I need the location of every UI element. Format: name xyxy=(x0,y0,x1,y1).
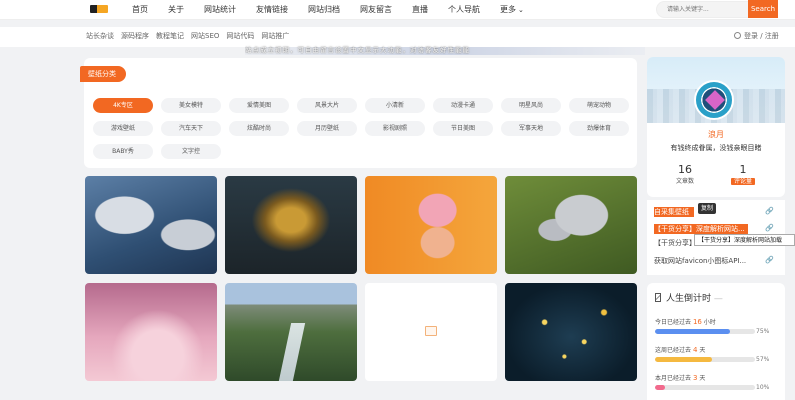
chevron-down-icon: ⌄ xyxy=(518,5,524,14)
tag-item[interactable]: 文字控 xyxy=(161,144,221,159)
title-tooltip: 【干货分享】深度解析网站加载 xyxy=(694,234,795,246)
subnav-item[interactable]: 站长杂谈 xyxy=(86,31,114,41)
tag-item[interactable]: 爱情美图 xyxy=(229,98,289,113)
tag-4k[interactable]: 4K专区 xyxy=(93,98,153,113)
countdown-row-week: 这周已经过去 4 天 xyxy=(655,345,705,354)
link-icon[interactable]: 🔗 xyxy=(765,224,774,232)
row-value: 16 xyxy=(692,318,702,326)
subnav-item[interactable]: 教程笔记 xyxy=(156,31,184,41)
wallpaper-pink-hair-woman[interactable] xyxy=(365,176,497,274)
countdown-title: 人生倒计时 — xyxy=(655,291,723,304)
wallpaper-placeholder[interactable] xyxy=(365,283,497,381)
site-logo[interactable] xyxy=(90,5,108,13)
nav-about[interactable]: 关于 xyxy=(158,4,194,15)
row-prefix: 今日已经过去 xyxy=(655,319,692,326)
progress-bar-week xyxy=(655,357,755,362)
progress-bar-today xyxy=(655,329,755,334)
subnav-item[interactable]: 源码程序 xyxy=(121,31,149,41)
tag-item[interactable]: 军事天地 xyxy=(501,121,561,136)
tag-item[interactable]: 月历壁纸 xyxy=(297,121,357,136)
profile-motto: 有钱终成眷属，没钱亲眼目睹 xyxy=(670,144,762,152)
search-input[interactable] xyxy=(656,1,750,18)
comments-count: 1 xyxy=(739,163,747,176)
nav-guestbook[interactable]: 网友留言 xyxy=(350,4,402,15)
wallpaper-category-card: 壁纸分类 4K专区 美女模特 爱情美图 风景大片 小清新 动漫卡通 明星风尚 萌… xyxy=(80,58,637,168)
progress-bar-month xyxy=(655,385,755,390)
avatar[interactable] xyxy=(694,80,734,120)
row-value: 4 xyxy=(692,346,698,354)
tag-item[interactable]: 萌宠动物 xyxy=(569,98,629,113)
user-icon xyxy=(734,32,741,39)
articles-label: 文章数 xyxy=(675,178,694,185)
nav-archive[interactable]: 网站归档 xyxy=(298,4,350,15)
row-unit: 小时 xyxy=(703,319,716,326)
nav-home[interactable]: 首页 xyxy=(122,4,158,15)
profile-name: 浪月 xyxy=(708,130,724,139)
row-value: 3 xyxy=(692,374,698,382)
countdown-row-month: 本月已经过去 3 天 xyxy=(655,373,705,382)
nav-stats[interactable]: 网站统计 xyxy=(194,4,246,15)
countdown-title-text: 人生倒计时 xyxy=(666,294,712,304)
nav-links[interactable]: 友情链接 xyxy=(246,4,298,15)
progress-fill xyxy=(655,357,712,362)
login-link[interactable]: 登录 / 注册 xyxy=(734,31,779,41)
tag-item[interactable]: 炫酷时尚 xyxy=(229,121,289,136)
progress-fill xyxy=(655,329,730,334)
row-unit: 天 xyxy=(699,347,706,354)
tag-item[interactable]: 劲爆体育 xyxy=(569,121,629,136)
nav-more-label: 更多 xyxy=(500,4,516,14)
category-title: 壁纸分类 xyxy=(80,66,126,82)
login-label: 登录 / 注册 xyxy=(744,32,779,40)
main-nav: 首页 关于 网站统计 友情链接 网站归档 网友留言 直播 个人导航 更多 ⌄ xyxy=(122,0,534,18)
tag-item[interactable]: 影视剧照 xyxy=(365,121,425,136)
percent-week: 57% xyxy=(756,356,770,363)
tag-item[interactable]: 风景大片 xyxy=(297,98,357,113)
article-row[interactable]: 获取网站favicon小图标API... xyxy=(654,256,778,266)
stat-articles: 16 文章数 xyxy=(665,163,705,185)
article-row[interactable]: 自采集壁纸 xyxy=(654,207,694,217)
hourglass-icon xyxy=(655,293,661,302)
folder-icon xyxy=(425,326,437,336)
search-button[interactable]: Search xyxy=(748,0,778,18)
tag-item[interactable]: 游戏壁纸 xyxy=(93,121,153,136)
category-tags: 4K专区 美女模特 爱情美图 风景大片 小清新 动漫卡通 明星风尚 萌宠动物 游… xyxy=(93,98,633,159)
life-countdown-widget: 人生倒计时 — 今日已经过去 16 小时 这周已经过去 4 天 本月已经过去 3… xyxy=(647,283,785,400)
tag-item[interactable]: 汽车天下 xyxy=(161,121,221,136)
article-row[interactable]: 【干货分享】深度解析网站... xyxy=(654,224,748,234)
percent-today: 75% xyxy=(756,328,770,335)
copy-tooltip[interactable]: 复制 xyxy=(698,203,717,214)
articles-count: 16 xyxy=(678,163,692,176)
wallpaper-stars-2022[interactable] xyxy=(505,283,637,381)
nav-live[interactable]: 直播 xyxy=(402,4,438,15)
subnav-item[interactable]: 网站推广 xyxy=(261,31,289,41)
tag-item[interactable]: 明星风尚 xyxy=(501,98,561,113)
countdown-row-today: 今日已经过去 16 小时 xyxy=(655,317,716,326)
tag-item[interactable]: 节日美图 xyxy=(433,121,493,136)
wallpaper-robot[interactable] xyxy=(225,176,357,274)
comments-label: 评论量 xyxy=(730,178,755,185)
row-unit: 天 xyxy=(699,375,706,382)
subnav-item[interactable]: 网站代码 xyxy=(226,31,254,41)
link-icon[interactable]: 🔗 xyxy=(765,256,774,264)
profile-card: 浪月 有钱终成眷属，没钱亲眼目睹 16 文章数 1 评论量 xyxy=(647,57,785,197)
wallpaper-pink-sky[interactable] xyxy=(85,283,217,381)
wallpaper-satellite-dishes[interactable] xyxy=(85,176,217,274)
tag-item[interactable]: 小清新 xyxy=(365,98,425,113)
tag-item[interactable]: BABY秀 xyxy=(93,144,153,159)
nav-more[interactable]: 更多 ⌄ xyxy=(490,4,534,15)
wallpaper-waterfall[interactable] xyxy=(225,283,357,381)
stat-comments: 1 评论量 xyxy=(723,163,763,185)
row-prefix: 本月已经过去 xyxy=(655,375,692,382)
link-icon[interactable]: 🔗 xyxy=(765,207,774,215)
tag-item[interactable]: 美女模特 xyxy=(161,98,221,113)
percent-month: 10% xyxy=(756,384,770,391)
nav-personal[interactable]: 个人导航 xyxy=(438,4,490,15)
subnav-item[interactable]: 网站SEO xyxy=(191,31,219,41)
top-navbar: 首页 关于 网站统计 友情链接 网站归档 网友留言 直播 个人导航 更多⌄ Se… xyxy=(0,0,795,20)
tag-item[interactable]: 动漫卡通 xyxy=(433,98,493,113)
wallpaper-butterfly[interactable] xyxy=(505,176,637,274)
scrolling-notice: 站点成立初期，可自由留言设置中文显示大功能，对访客友好性能能 xyxy=(245,44,645,58)
progress-fill xyxy=(655,385,665,390)
row-prefix: 这周已经过去 xyxy=(655,347,692,354)
